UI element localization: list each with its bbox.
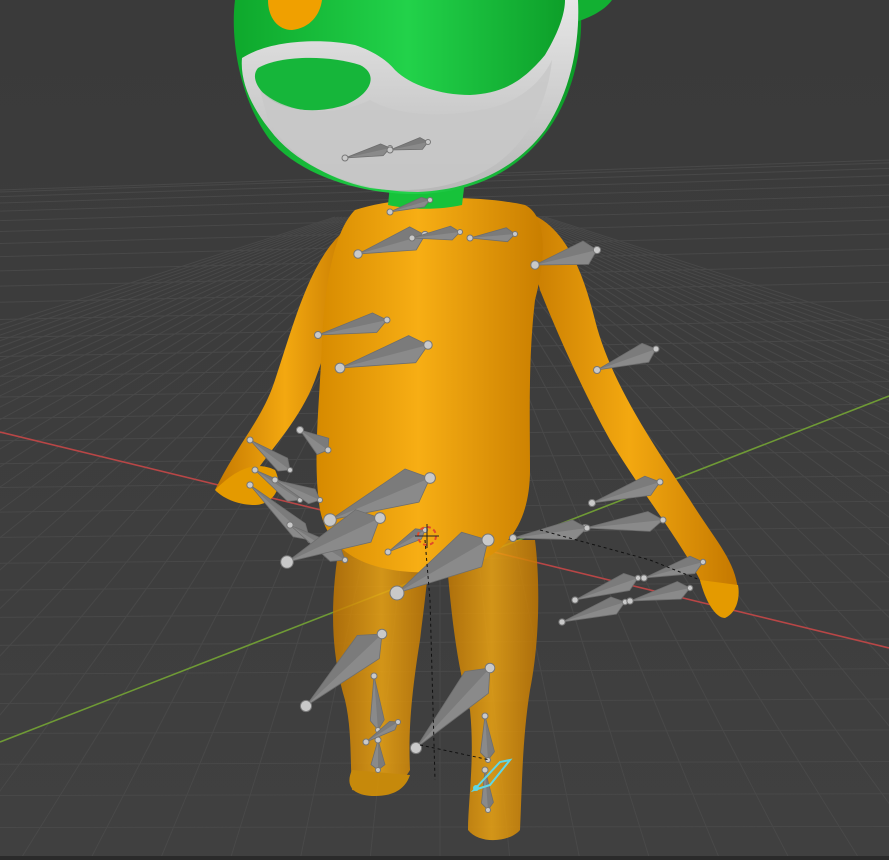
bone-joint[interactable] (425, 139, 431, 145)
bone-joint[interactable] (383, 316, 391, 324)
bone-joint[interactable] (588, 499, 596, 507)
bone-joint[interactable] (409, 741, 423, 755)
bone-joint[interactable] (389, 585, 405, 601)
bone-joint[interactable] (314, 331, 322, 339)
bone-joint[interactable] (386, 208, 394, 216)
bone-joint[interactable] (280, 555, 294, 569)
bone-joint[interactable] (583, 524, 591, 532)
bone-joint[interactable] (271, 476, 279, 484)
bone-joint[interactable] (457, 229, 463, 235)
bone-joint[interactable] (324, 446, 332, 454)
bone-joint[interactable] (286, 521, 294, 529)
bone-joint[interactable] (571, 596, 579, 604)
bone-joint[interactable] (593, 366, 601, 374)
bone-joint[interactable] (634, 574, 642, 582)
bone-joint[interactable] (558, 618, 566, 626)
bone-joint[interactable] (699, 558, 707, 566)
bone-joint[interactable] (466, 234, 474, 242)
bone-joint[interactable] (299, 699, 313, 713)
bone-joint[interactable] (640, 574, 648, 582)
bone-joint[interactable] (408, 234, 416, 242)
bone-joint[interactable] (484, 662, 496, 674)
bone-joint[interactable] (246, 436, 254, 444)
bone-joint[interactable] (512, 231, 518, 237)
bone-joint[interactable] (334, 362, 346, 374)
bone-joint[interactable] (686, 584, 694, 592)
bone-joint[interactable] (287, 467, 293, 473)
bone-joint[interactable] (386, 146, 394, 154)
bone-joint[interactable] (424, 472, 436, 484)
bone-joint[interactable] (341, 154, 349, 162)
bone-joint[interactable] (481, 712, 489, 720)
bone-joint[interactable] (362, 738, 370, 746)
bone-joint[interactable] (626, 597, 634, 605)
bone-joint[interactable] (246, 481, 254, 489)
viewport-bottom-border (0, 856, 889, 860)
bone-joint[interactable] (395, 719, 401, 725)
bone-joint[interactable] (296, 426, 304, 434)
bone-joint[interactable] (485, 757, 491, 763)
bone-joint[interactable] (341, 556, 349, 564)
bone-joint[interactable] (509, 534, 517, 542)
bone-joint[interactable] (323, 513, 337, 527)
bone-joint[interactable] (652, 345, 660, 353)
bone-joint[interactable] (485, 807, 491, 813)
bone-joint[interactable] (317, 497, 323, 503)
bone-joint[interactable] (481, 533, 495, 547)
bone-joint[interactable] (423, 340, 433, 350)
bone-joint[interactable] (427, 197, 433, 203)
bone-joint[interactable] (251, 466, 259, 474)
bone-joint[interactable] (592, 245, 602, 255)
bone-joint[interactable] (530, 260, 540, 270)
bone-joint[interactable] (659, 516, 667, 524)
bone-joint[interactable] (384, 548, 392, 556)
bone-joint[interactable] (370, 672, 378, 680)
bone-joint[interactable] (481, 766, 489, 774)
3d-viewport[interactable] (0, 0, 889, 860)
bone-joint[interactable] (375, 767, 381, 773)
bone-joint[interactable] (376, 628, 388, 640)
bone-joint[interactable] (374, 512, 386, 524)
bone-joint[interactable] (353, 249, 363, 259)
bone-joint[interactable] (656, 478, 664, 486)
